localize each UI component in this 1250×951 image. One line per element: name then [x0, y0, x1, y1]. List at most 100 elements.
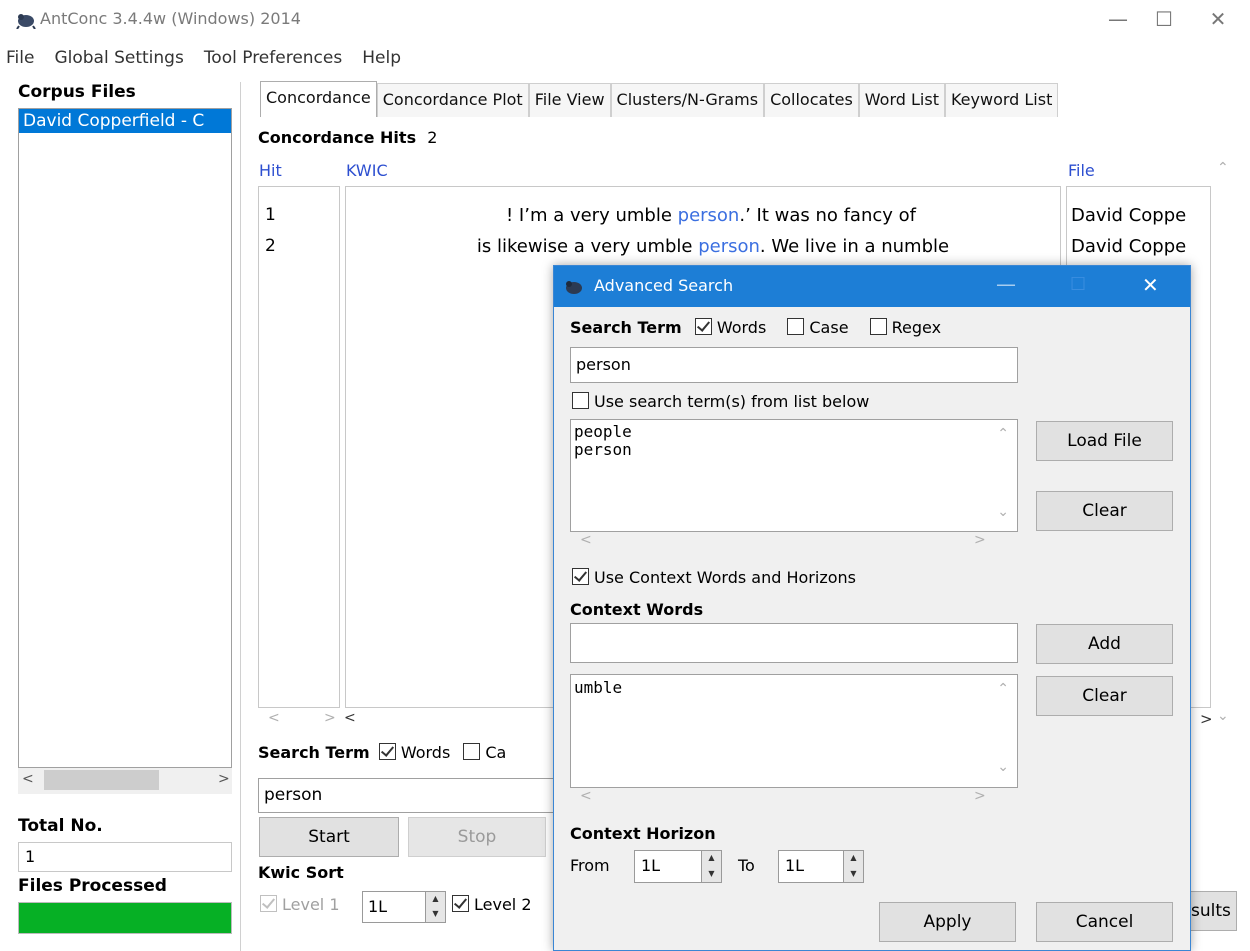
clear-terms-button[interactable]: Clear: [1036, 491, 1173, 531]
context-word-input[interactable]: [570, 623, 1018, 663]
tab-concordance-plot[interactable]: Concordance Plot: [376, 83, 529, 117]
tab-collocates[interactable]: Collocates: [764, 83, 859, 117]
clear-context-button[interactable]: Clear: [1036, 676, 1173, 716]
corpus-files-label: Corpus Files: [18, 82, 136, 102]
use-list-label: Use search term(s) from list below: [594, 392, 870, 411]
start-button[interactable]: Start: [259, 817, 399, 857]
corpus-file-list[interactable]: David Copperfield - C: [18, 108, 232, 768]
corpus-file-item[interactable]: David Copperfield - C: [19, 109, 231, 133]
dialog-search-input[interactable]: person: [570, 347, 1018, 383]
kwic-keyword[interactable]: person: [678, 205, 740, 226]
scroll-right-icon[interactable]: >: [324, 710, 336, 726]
stop-button[interactable]: Stop: [408, 817, 546, 857]
scroll-up-icon[interactable]: ⌃: [997, 681, 1009, 697]
level2-checkbox[interactable]: [452, 895, 469, 912]
kwic-keyword[interactable]: person: [698, 236, 760, 257]
scroll-left-icon[interactable]: <: [22, 771, 34, 787]
tab-clusters[interactable]: Clusters/N-Grams: [610, 83, 765, 117]
spin-up-icon[interactable]: ▲: [701, 851, 721, 867]
case-checkbox[interactable]: [463, 743, 481, 760]
from-label: From: [570, 856, 610, 875]
term-list-item[interactable]: people: [574, 423, 1014, 441]
spin-down-icon[interactable]: ▼: [701, 866, 721, 882]
tab-concordance[interactable]: Concordance: [260, 81, 377, 117]
kwic-row[interactable]: is likewise a very umble person. We live…: [346, 231, 1060, 262]
maximize-button[interactable]: ☐: [1141, 0, 1187, 40]
menu-file[interactable]: File: [0, 48, 34, 68]
antconc-logo-icon: [566, 281, 582, 294]
scroll-down-icon[interactable]: ⌄: [997, 759, 1009, 775]
spin-down-icon[interactable]: ▼: [843, 866, 863, 882]
column-kwic-header[interactable]: KWIC: [346, 161, 388, 180]
dialog-close-icon[interactable]: ✕: [1142, 273, 1159, 297]
dialog-case-checkbox[interactable]: [787, 318, 805, 335]
scroll-down-icon[interactable]: ⌄: [1217, 708, 1229, 724]
spin-down-icon[interactable]: ▼: [425, 907, 445, 922]
kwic-row[interactable]: ! I’m a very umble person.’ It was no fa…: [346, 200, 1060, 231]
concordance-hits-count: 2: [427, 128, 438, 147]
scroll-thumb[interactable]: [44, 770, 159, 790]
spin-up-icon[interactable]: ▲: [425, 892, 445, 907]
column-hit-header[interactable]: Hit: [259, 161, 282, 180]
words-checkbox[interactable]: [378, 743, 396, 760]
kwic-sort-label: Kwic Sort: [258, 863, 344, 882]
spin-up-icon[interactable]: ▲: [843, 851, 863, 867]
term-list-hscrollbar[interactable]: < >: [570, 532, 1010, 550]
dialog-regex-checkbox[interactable]: [869, 318, 887, 335]
use-list-checkbox[interactable]: [572, 392, 589, 409]
minimize-button[interactable]: —: [1095, 0, 1141, 40]
corpus-hscrollbar[interactable]: < >: [18, 768, 232, 794]
scroll-left-icon[interactable]: <: [580, 788, 592, 804]
words-label: Words: [400, 743, 451, 762]
scroll-left-icon[interactable]: <: [580, 532, 592, 548]
hit-hscrollbar[interactable]: < > <: [258, 710, 558, 730]
search-term-row: Search Term Words Ca: [258, 743, 506, 762]
add-context-button[interactable]: Add: [1036, 624, 1173, 664]
search-input[interactable]: person: [258, 778, 558, 813]
scroll-right-icon[interactable]: >: [218, 771, 230, 787]
level2-row: Level 2: [452, 895, 532, 914]
scroll-right-icon[interactable]: >: [1200, 710, 1213, 728]
menu-global-settings[interactable]: Global Settings: [48, 48, 183, 68]
level1-value: 1L: [368, 897, 388, 916]
column-file-header[interactable]: File: [1068, 161, 1095, 180]
tool-tabs: Concordance Concordance Plot File View C…: [260, 81, 1059, 118]
scroll-up-icon[interactable]: ⌃: [1217, 160, 1229, 176]
save-results-button[interactable]: sults: [1189, 891, 1237, 931]
kwic-left-context: ! I’m a very umble: [505, 205, 678, 226]
menu-help[interactable]: Help: [356, 48, 401, 68]
term-list-box[interactable]: people person ⌃ ⌄: [570, 419, 1018, 532]
scroll-right-icon[interactable]: >: [974, 532, 986, 548]
context-horizon-label: Context Horizon: [570, 824, 716, 843]
apply-button[interactable]: Apply: [879, 902, 1016, 942]
panel-divider: [240, 82, 241, 951]
dialog-minimize-icon[interactable]: —: [996, 272, 1016, 296]
hit-column[interactable]: 1 2: [258, 186, 340, 708]
context-list-box[interactable]: umble ⌃ ⌄: [570, 674, 1018, 788]
tab-word-list[interactable]: Word List: [858, 83, 945, 117]
to-spinner[interactable]: 1L ▲ ▼: [778, 850, 864, 883]
from-spinner[interactable]: 1L ▲ ▼: [634, 850, 722, 883]
results-vscrollbar[interactable]: ⌃ ⌄: [1213, 156, 1233, 731]
context-list-item[interactable]: umble: [574, 679, 1014, 697]
level1-row: Level 1: [260, 895, 340, 914]
scroll-right-icon[interactable]: >: [974, 788, 986, 804]
search-term-label: Search Term: [258, 743, 370, 762]
level1-checkbox[interactable]: [260, 895, 277, 912]
load-file-button[interactable]: Load File: [1036, 421, 1173, 461]
scroll-left-icon[interactable]: <: [344, 710, 356, 726]
menu-tool-preferences[interactable]: Tool Preferences: [198, 48, 342, 68]
scroll-left-icon[interactable]: <: [268, 710, 280, 726]
level1-spinner[interactable]: 1L ▲ ▼: [362, 891, 446, 923]
dialog-words-checkbox[interactable]: [694, 318, 712, 335]
context-list-hscrollbar[interactable]: < >: [570, 788, 1010, 806]
tab-keyword-list[interactable]: Keyword List: [944, 83, 1059, 117]
term-list-item[interactable]: person: [574, 441, 1014, 459]
tab-file-view[interactable]: File View: [528, 83, 611, 117]
close-window-button[interactable]: ✕: [1195, 0, 1241, 40]
use-context-checkbox[interactable]: [572, 568, 589, 585]
scroll-down-icon[interactable]: ⌄: [997, 504, 1009, 520]
to-value: 1L: [785, 856, 805, 875]
scroll-up-icon[interactable]: ⌃: [997, 426, 1009, 442]
cancel-button[interactable]: Cancel: [1036, 902, 1173, 942]
